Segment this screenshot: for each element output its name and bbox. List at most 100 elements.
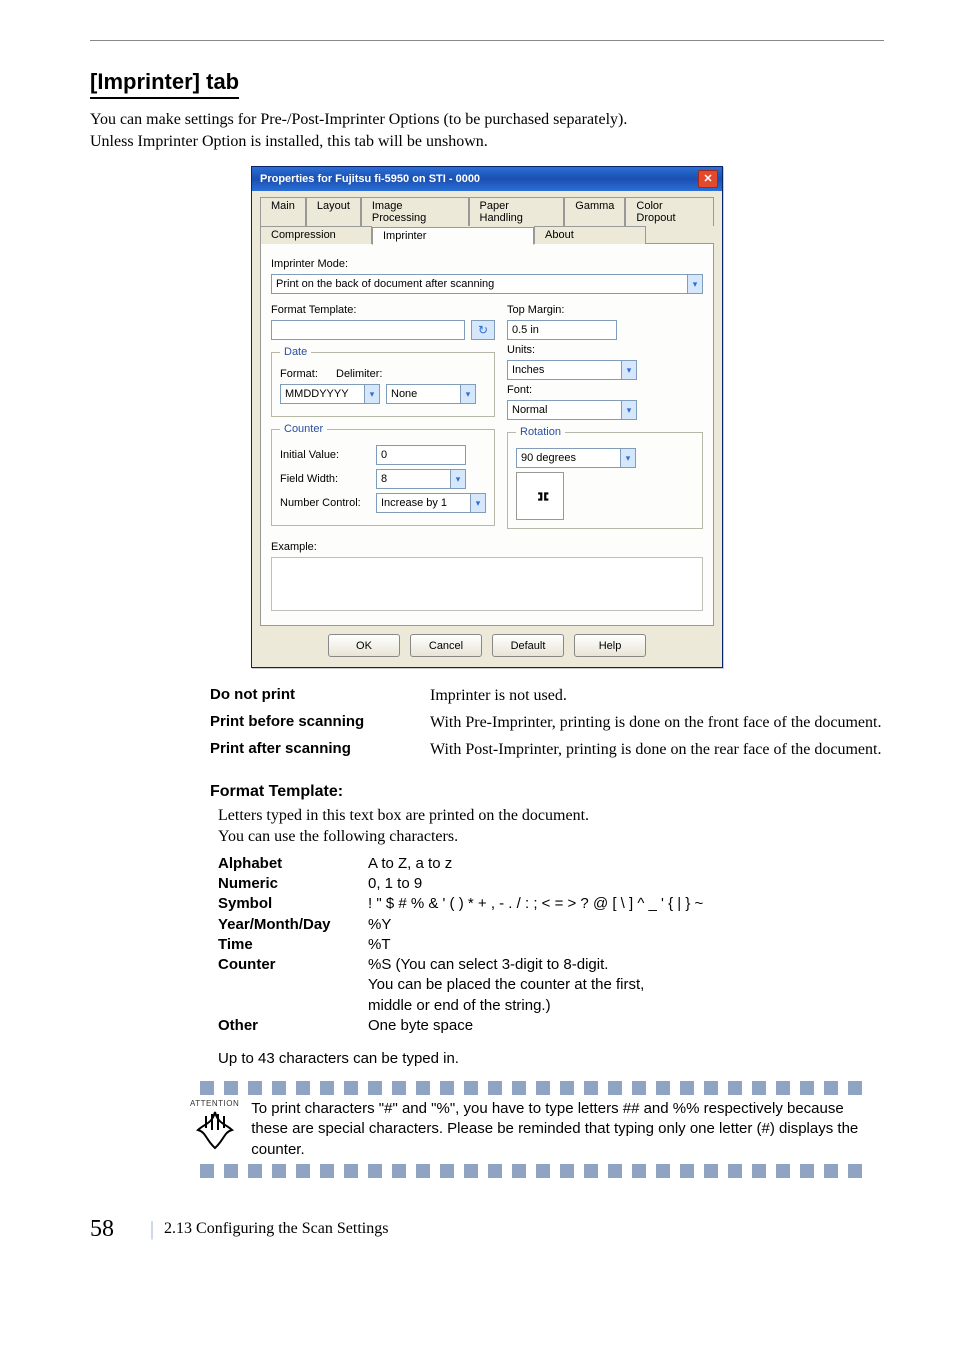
mode-desc-1: With Pre-Imprinter, printing is done on … [430, 713, 881, 734]
rotation-preview-icon: ⎶ [529, 492, 552, 500]
attention-icon: ATTENTION [190, 1099, 239, 1150]
char-val-2: ! " $ # % & ' ( ) * + , - . / : ; < = > … [368, 894, 703, 914]
units-label: Units: [507, 344, 577, 356]
close-icon[interactable]: ✕ [698, 170, 718, 188]
font-value: Normal [512, 404, 547, 416]
imprinter-mode-label: Imprinter Mode: [271, 258, 361, 270]
char-val-0: A to Z, a to z [368, 854, 452, 874]
chevron-down-icon: ▾ [621, 401, 636, 419]
tab-imprinter[interactable]: Imprinter [372, 227, 534, 245]
char-key-3: Year/Month/Day [218, 915, 368, 935]
example-area [271, 557, 703, 611]
date-format-value: MMDDYYYY [285, 388, 349, 400]
date-format-select[interactable]: MMDDYYYY ▾ [280, 384, 380, 404]
char-key-1: Numeric [218, 874, 368, 894]
mode-term-1: Print before scanning [210, 713, 430, 734]
char-key-4: Time [218, 935, 368, 955]
tab-paper-handling[interactable]: Paper Handling [469, 197, 565, 226]
footer-text: 2.13 Configuring the Scan Settings [164, 1220, 388, 1238]
counter-field-width-select[interactable]: 8 ▾ [376, 469, 466, 489]
char-key-5: Counter [218, 955, 368, 1016]
tab-image-processing[interactable]: Image Processing [361, 197, 469, 226]
rotation-value: 90 degrees [521, 452, 576, 464]
char-val-3: %Y [368, 915, 391, 935]
mode-desc-2: With Post-Imprinter, printing is done on… [430, 740, 881, 761]
rotation-group: Rotation 90 degrees ▾ ⎶ [507, 426, 703, 529]
date-delimiter-value: None [391, 388, 417, 400]
units-select[interactable]: Inches ▾ [507, 360, 637, 380]
top-margin-value: 0.5 in [512, 324, 539, 336]
format-template-heading: Format Template: [210, 783, 884, 801]
intro-line-1: You can make settings for Pre-/Post-Impr… [90, 109, 884, 131]
mode-term-2: Print after scanning [210, 740, 430, 761]
ok-button[interactable]: OK [328, 634, 400, 657]
cancel-button[interactable]: Cancel [410, 634, 482, 657]
footer-separator: | [150, 1218, 154, 1241]
chevron-down-icon: ▾ [621, 361, 636, 379]
page-number: 58 [90, 1216, 150, 1243]
char-val-6: One byte space [368, 1016, 473, 1036]
date-group: Date Format: Delimiter: MMDDYYYY ▾ [271, 346, 495, 417]
tab-about[interactable]: About [534, 226, 646, 244]
char-val-1: 0, 1 to 9 [368, 874, 422, 894]
date-delimiter-select[interactable]: None ▾ [386, 384, 476, 404]
counter-initial-input[interactable]: 0 [376, 445, 466, 465]
example-label: Example: [271, 541, 317, 553]
imprinter-mode-value: Print on the back of document after scan… [276, 278, 494, 290]
default-button[interactable]: Default [492, 634, 564, 657]
mode-term-0: Do not print [210, 686, 430, 707]
font-label: Font: [507, 384, 577, 396]
counter-field-width-label: Field Width: [280, 473, 370, 485]
help-button[interactable]: Help [574, 634, 646, 657]
tab-main[interactable]: Main [260, 197, 306, 226]
tab-layout[interactable]: Layout [306, 197, 361, 226]
chevron-down-icon: ▾ [450, 470, 465, 488]
chevron-down-icon: ▾ [460, 385, 475, 403]
counter-field-width-value: 8 [381, 473, 387, 485]
units-value: Inches [512, 364, 544, 376]
divider-top [200, 1081, 884, 1095]
counter-number-ctrl-value: Increase by 1 [381, 497, 447, 509]
counter-legend: Counter [280, 423, 327, 435]
counter-initial-label: Initial Value: [280, 449, 370, 461]
divider-bottom [200, 1164, 884, 1178]
counter-number-ctrl-select[interactable]: Increase by 1 ▾ [376, 493, 486, 513]
format-template-intro-0: Letters typed in this text box are print… [218, 805, 884, 827]
counter-number-ctrl-label: Number Control: [280, 497, 370, 509]
top-margin-input[interactable]: 0.5 in [507, 320, 617, 340]
top-margin-label: Top Margin: [507, 304, 577, 316]
chevron-down-icon: ▾ [620, 449, 635, 467]
imprinter-mode-select[interactable]: Print on the back of document after scan… [271, 274, 703, 294]
date-format-label: Format: [280, 368, 330, 380]
attention-text: To print characters "#" and "%", you hav… [251, 1099, 884, 1160]
char-key-6: Other [218, 1016, 368, 1036]
char-key-0: Alphabet [218, 854, 368, 874]
attention-label-text: ATTENTION [190, 1099, 239, 1108]
mode-desc-0: Imprinter is not used. [430, 686, 567, 707]
counter-initial-value: 0 [381, 449, 387, 461]
char-key-2: Symbol [218, 894, 368, 914]
chevron-down-icon: ▾ [470, 494, 485, 512]
format-template-input[interactable] [271, 320, 465, 340]
intro-line-2: Unless Imprinter Option is installed, th… [90, 131, 884, 153]
date-delimiter-label: Delimiter: [336, 368, 396, 380]
tab-gamma[interactable]: Gamma [564, 197, 625, 226]
tab-color-dropout[interactable]: Color Dropout [625, 197, 714, 226]
char-val-5: %S (You can select 3-digit to 8-digit. Y… [368, 955, 644, 1016]
format-template-label: Format Template: [271, 304, 361, 316]
dialog-title: Properties for Fujitsu fi-5950 on STI - … [260, 173, 480, 185]
date-legend: Date [280, 346, 311, 358]
rotation-preview: ⎶ [516, 472, 564, 520]
limit-note: Up to 43 characters can be typed in. [218, 1050, 884, 1067]
tab-compression[interactable]: Compression [260, 226, 372, 244]
refresh-icon[interactable]: ↻ [471, 320, 495, 340]
chevron-down-icon: ▾ [687, 275, 702, 293]
font-select[interactable]: Normal ▾ [507, 400, 637, 420]
section-title: [Imprinter] tab [90, 69, 239, 99]
rotation-legend: Rotation [516, 426, 565, 438]
properties-dialog: Properties for Fujitsu fi-5950 on STI - … [251, 166, 723, 668]
rotation-select[interactable]: 90 degrees ▾ [516, 448, 636, 468]
char-val-4: %T [368, 935, 391, 955]
format-template-intro-1: You can use the following characters. [218, 826, 884, 848]
counter-group: Counter Initial Value: 0 Field Width: [271, 423, 495, 526]
